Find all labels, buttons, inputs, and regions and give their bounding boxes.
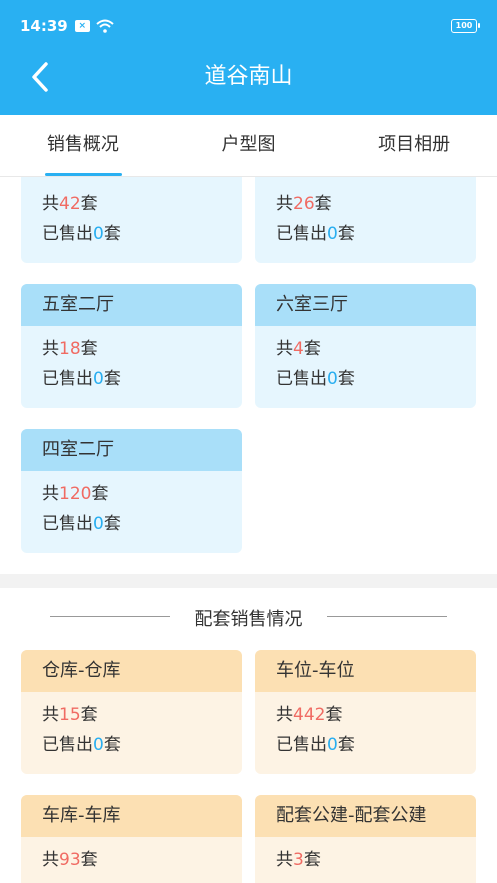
- status-bar: 14:39 × 100: [20, 14, 480, 38]
- ancillary-card-title: 配套公建-配套公建: [255, 795, 476, 837]
- total-line: 共442套: [276, 705, 343, 725]
- ancillary-card-title: 仓库-仓库: [21, 650, 242, 692]
- app-header: 14:39 × 100 道谷南山: [0, 0, 497, 115]
- total-count: 442: [293, 705, 326, 725]
- total-line: 共120套: [42, 484, 109, 504]
- sold-count: 0: [93, 735, 104, 755]
- ancillary-card[interactable]: 配套公建-配套公建 共3套: [255, 795, 476, 883]
- ancillary-card[interactable]: 仓库-仓库 共15套 已售出0套: [21, 650, 242, 774]
- housing-card[interactable]: 五室二厅 共18套 已售出0套: [21, 284, 242, 408]
- ancillary-card[interactable]: 车位-车位 共442套 已售出0套: [255, 650, 476, 774]
- total-line: 共3套: [276, 850, 321, 870]
- tab-project-album[interactable]: 项目相册: [331, 115, 497, 176]
- housing-card-title: 五室二厅: [21, 284, 242, 326]
- tab-floor-plans[interactable]: 户型图: [166, 115, 332, 176]
- ancillary-card[interactable]: 车库-车库 共93套: [21, 795, 242, 883]
- sold-count: 0: [327, 369, 338, 389]
- tab-sales-overview[interactable]: 销售概况: [0, 115, 166, 176]
- total-line: 共18套: [42, 339, 98, 359]
- total-count: 26: [293, 194, 315, 214]
- total-count: 93: [59, 850, 81, 870]
- sold-line: 已售出0套: [42, 224, 121, 244]
- total-count: 120: [59, 484, 92, 504]
- sold-count: 0: [327, 735, 338, 755]
- status-time: 14:39: [20, 17, 68, 35]
- battery-icon: 100: [451, 19, 480, 33]
- sold-line: 已售出0套: [276, 735, 355, 755]
- ancillary-card-title: 车位-车位: [255, 650, 476, 692]
- total-line: 共93套: [42, 850, 98, 870]
- section-divider: [0, 574, 497, 588]
- total-count: 15: [59, 705, 81, 725]
- sold-count: 0: [93, 369, 104, 389]
- total-line: 共42套: [42, 194, 98, 214]
- total-line: 共26套: [276, 194, 332, 214]
- total-count: 4: [293, 339, 304, 359]
- ancillary-card-title: 车库-车库: [21, 795, 242, 837]
- total-count: 42: [59, 194, 81, 214]
- sold-line: 已售出0套: [42, 514, 121, 534]
- section-title-line-right: [327, 616, 447, 617]
- sales-content[interactable]: 共42套 已售出0套 共26套 已售出0套 五室二厅 共18套 已售出0套 六室…: [0, 177, 497, 883]
- sold-count: 0: [93, 224, 104, 244]
- total-line: 共4套: [276, 339, 321, 359]
- housing-card-title: 四室二厅: [21, 429, 242, 471]
- sold-line: 已售出0套: [42, 369, 121, 389]
- sold-count: 0: [327, 224, 338, 244]
- section-title: 配套销售情况: [194, 609, 303, 630]
- total-line: 共15套: [42, 705, 98, 725]
- sim-icon: ×: [74, 20, 90, 32]
- wifi-icon: [96, 19, 114, 33]
- page-title: 道谷南山: [204, 64, 293, 89]
- sold-line: 已售出0套: [276, 369, 355, 389]
- housing-card[interactable]: 四室二厅 共120套 已售出0套: [21, 429, 242, 553]
- housing-card[interactable]: 六室三厅 共4套 已售出0套: [255, 284, 476, 408]
- sold-line: 已售出0套: [42, 735, 121, 755]
- housing-card-title: 六室三厅: [255, 284, 476, 326]
- total-count: 3: [293, 850, 304, 870]
- housing-card[interactable]: 共26套 已售出0套: [255, 177, 476, 263]
- housing-card[interactable]: 共42套 已售出0套: [21, 177, 242, 263]
- tab-bar: 销售概况 户型图 项目相册: [0, 115, 497, 177]
- sold-count: 0: [93, 514, 104, 534]
- sold-line: 已售出0套: [276, 224, 355, 244]
- total-count: 18: [59, 339, 81, 359]
